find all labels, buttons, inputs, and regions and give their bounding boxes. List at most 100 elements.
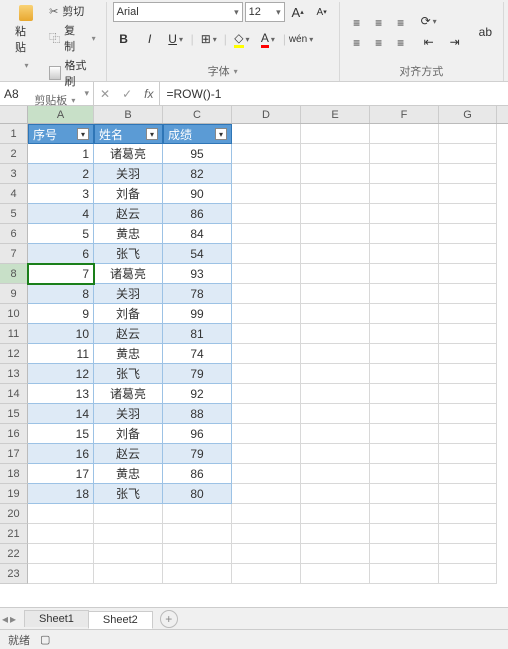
- cell[interactable]: 88: [163, 404, 232, 424]
- underline-button[interactable]: U: [165, 29, 187, 49]
- cell[interactable]: [163, 564, 232, 584]
- cell[interactable]: 成绩▾: [163, 124, 232, 144]
- cell[interactable]: [439, 544, 497, 564]
- cell[interactable]: [301, 304, 370, 324]
- cell[interactable]: [370, 304, 439, 324]
- cell[interactable]: 刘备: [94, 184, 163, 204]
- cell[interactable]: 81: [163, 324, 232, 344]
- row-header[interactable]: 20: [0, 504, 28, 524]
- cell[interactable]: [370, 544, 439, 564]
- column-header-E[interactable]: E: [301, 106, 370, 123]
- row-header[interactable]: 17: [0, 444, 28, 464]
- cell[interactable]: [439, 344, 497, 364]
- cell[interactable]: [370, 124, 439, 144]
- wrap-text-button[interactable]: ab: [474, 22, 497, 42]
- cell[interactable]: [232, 484, 301, 504]
- cell[interactable]: 诸葛亮: [94, 264, 163, 284]
- cell[interactable]: [370, 404, 439, 424]
- cell[interactable]: 95: [163, 144, 232, 164]
- cell[interactable]: 刘备: [94, 304, 163, 324]
- cell[interactable]: [301, 364, 370, 384]
- cell[interactable]: [370, 344, 439, 364]
- row-header[interactable]: 6: [0, 224, 28, 244]
- filter-button[interactable]: ▾: [146, 128, 158, 140]
- row-header[interactable]: 14: [0, 384, 28, 404]
- decrease-indent-button[interactable]: ⇤: [418, 32, 440, 52]
- cell[interactable]: 赵云: [94, 324, 163, 344]
- cell[interactable]: 78: [163, 284, 232, 304]
- align-top-button[interactable]: ≡: [346, 13, 368, 33]
- cell[interactable]: [232, 444, 301, 464]
- filter-button[interactable]: ▾: [215, 128, 227, 140]
- row-header[interactable]: 23: [0, 564, 28, 584]
- cell[interactable]: [439, 524, 497, 544]
- cell[interactable]: 姓名▾: [94, 124, 163, 144]
- cell[interactable]: 关羽: [94, 164, 163, 184]
- cell[interactable]: [439, 384, 497, 404]
- cell[interactable]: [301, 244, 370, 264]
- fill-color-button[interactable]: ◇: [231, 29, 253, 49]
- cell[interactable]: [28, 564, 94, 584]
- cell[interactable]: [439, 444, 497, 464]
- cell[interactable]: [370, 164, 439, 184]
- cell[interactable]: [232, 424, 301, 444]
- cell[interactable]: [301, 464, 370, 484]
- cell[interactable]: 序号▾: [28, 124, 94, 144]
- macro-record-icon[interactable]: ▢: [40, 633, 50, 646]
- cell[interactable]: 84: [163, 224, 232, 244]
- cell[interactable]: [439, 264, 497, 284]
- cell[interactable]: [301, 544, 370, 564]
- cell[interactable]: [28, 524, 94, 544]
- cell[interactable]: 74: [163, 344, 232, 364]
- cut-button[interactable]: 剪切: [45, 2, 100, 20]
- cell[interactable]: [163, 544, 232, 564]
- cell[interactable]: [232, 324, 301, 344]
- cell[interactable]: [439, 324, 497, 344]
- name-box[interactable]: A8▾: [0, 82, 94, 105]
- cell[interactable]: [232, 524, 301, 544]
- cell[interactable]: 刘备: [94, 424, 163, 444]
- dialog-launcher-icon[interactable]: [232, 65, 238, 77]
- row-header[interactable]: 11: [0, 324, 28, 344]
- cell[interactable]: [439, 124, 497, 144]
- cell[interactable]: 赵云: [94, 444, 163, 464]
- cell[interactable]: [232, 464, 301, 484]
- cell[interactable]: [232, 504, 301, 524]
- row-header[interactable]: 7: [0, 244, 28, 264]
- cell[interactable]: [232, 564, 301, 584]
- row-header[interactable]: 22: [0, 544, 28, 564]
- row-header[interactable]: 12: [0, 344, 28, 364]
- cell[interactable]: [370, 204, 439, 224]
- cell[interactable]: [370, 364, 439, 384]
- cell[interactable]: [370, 524, 439, 544]
- align-right-button[interactable]: ≡: [390, 33, 412, 53]
- cell[interactable]: 赵云: [94, 204, 163, 224]
- cell[interactable]: [301, 484, 370, 504]
- cell[interactable]: [301, 124, 370, 144]
- cell[interactable]: [439, 404, 497, 424]
- cell[interactable]: 54: [163, 244, 232, 264]
- cell[interactable]: [301, 384, 370, 404]
- cell[interactable]: [370, 384, 439, 404]
- cell[interactable]: [232, 264, 301, 284]
- cell[interactable]: 12: [28, 364, 94, 384]
- add-sheet-button[interactable]: +: [160, 610, 178, 628]
- cell[interactable]: [301, 224, 370, 244]
- italic-button[interactable]: I: [139, 29, 161, 49]
- cell[interactable]: [28, 544, 94, 564]
- cell[interactable]: [232, 304, 301, 324]
- cell[interactable]: [301, 204, 370, 224]
- row-header[interactable]: 1: [0, 124, 28, 144]
- cell[interactable]: 诸葛亮: [94, 144, 163, 164]
- column-header-C[interactable]: C: [163, 106, 232, 123]
- font-color-button[interactable]: A: [257, 29, 279, 49]
- cell[interactable]: [301, 564, 370, 584]
- cell[interactable]: [370, 564, 439, 584]
- cell[interactable]: [370, 504, 439, 524]
- cell[interactable]: 15: [28, 424, 94, 444]
- cell[interactable]: 8: [28, 284, 94, 304]
- cell[interactable]: 6: [28, 244, 94, 264]
- cell[interactable]: 18: [28, 484, 94, 504]
- formula-bar[interactable]: =ROW()-1: [160, 82, 508, 105]
- cell[interactable]: [301, 344, 370, 364]
